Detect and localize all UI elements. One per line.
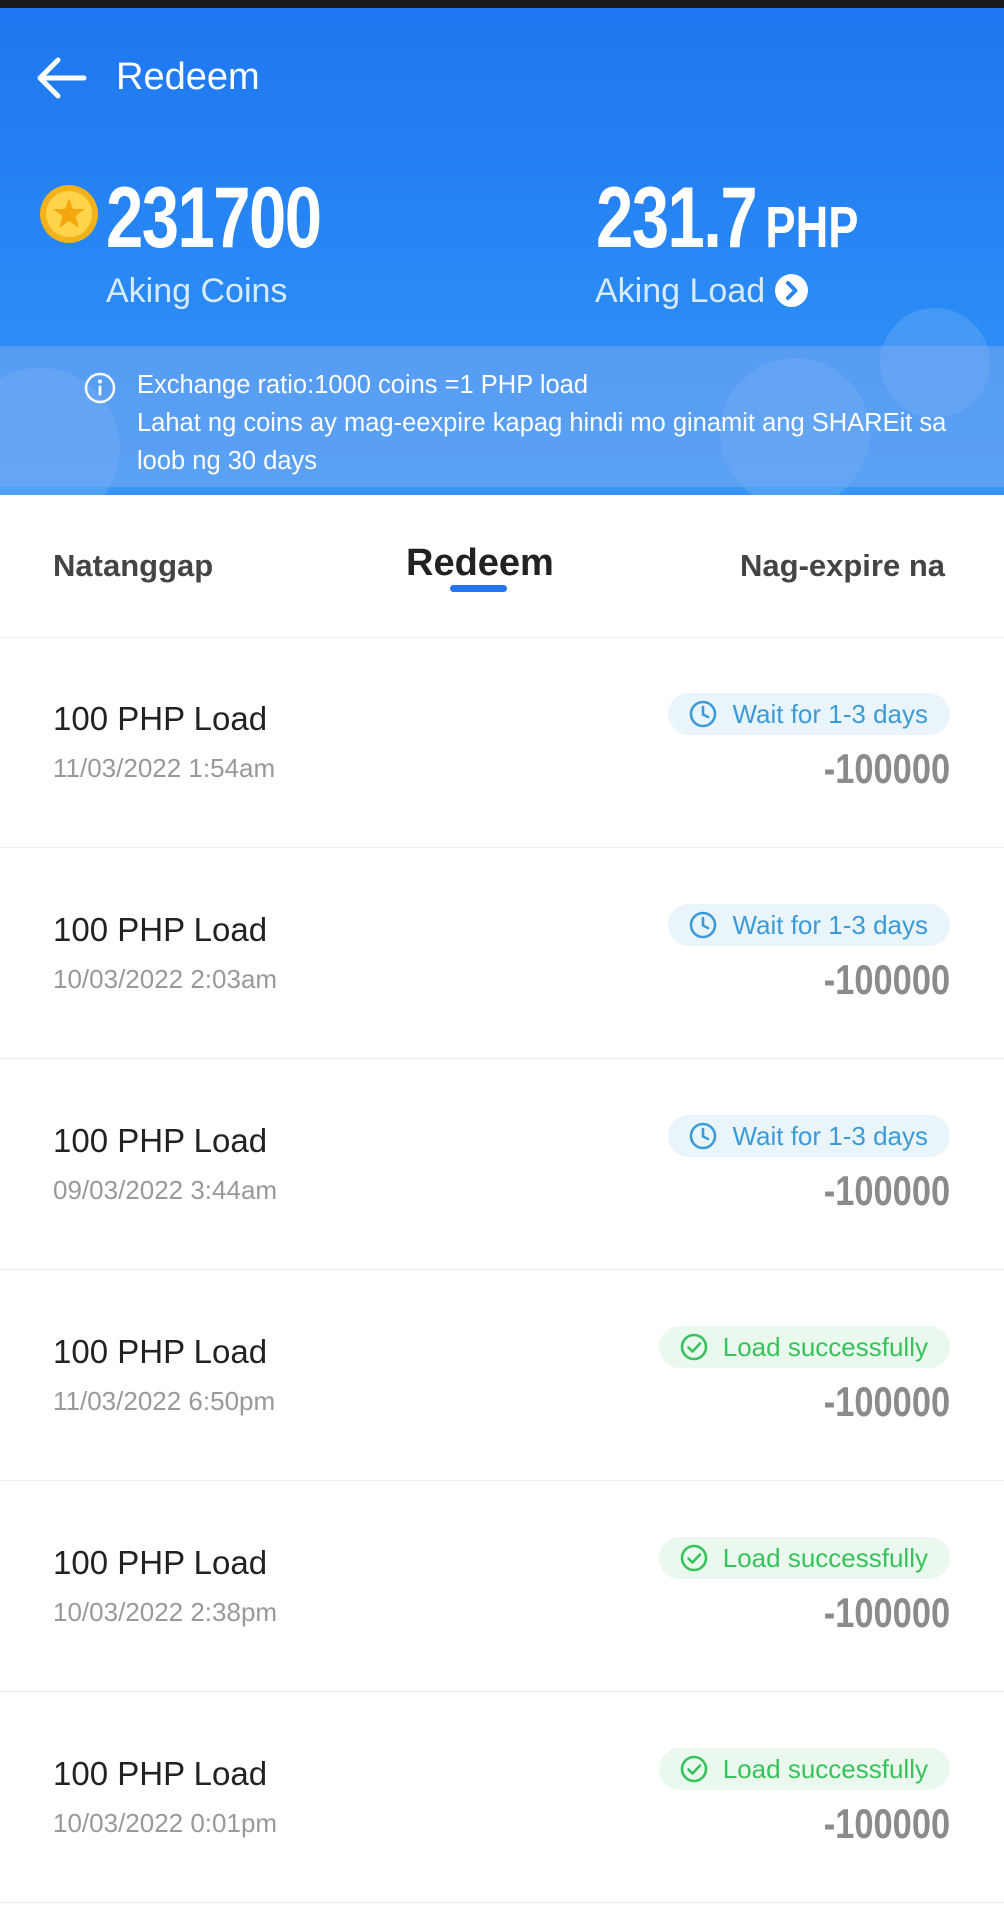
coin-icon: [40, 185, 98, 243]
status-badge: Load successfully: [658, 1748, 950, 1790]
load-unit: PHP: [765, 195, 859, 260]
clock-icon: [690, 700, 717, 728]
status-text: Load successfully: [722, 1331, 928, 1362]
status-badge: Wait for 1-3 days: [668, 904, 950, 946]
status-text: Wait for 1-3 days: [732, 1120, 928, 1151]
check-circle-icon: [680, 1755, 708, 1783]
item-title: 100 PHP Load: [53, 1544, 268, 1581]
item-title: 100 PHP Load: [53, 1755, 268, 1792]
item-date: 10/03/2022 0:01pm: [53, 1808, 278, 1838]
load-balance-value: 231.7: [596, 170, 758, 266]
status-badge: Load successfully: [658, 1537, 950, 1579]
status-bar: [0, 0, 1004, 8]
check-circle-icon: [680, 1333, 708, 1361]
coins-label: Aking Coins: [106, 272, 288, 310]
redeem-list: 100 PHP Load 11/03/2022 1:54am Wait for …: [0, 637, 1004, 1903]
list-item[interactable]: 100 PHP Load 10/03/2022 2:03am Wait for …: [0, 848, 1004, 1059]
chevron-right-icon: [775, 274, 809, 307]
info-icon: [84, 372, 116, 404]
tab-nag-expire-na[interactable]: Nag-expire na: [740, 495, 945, 637]
load-label: Aking Load: [595, 272, 766, 310]
item-amount: -100000: [823, 1167, 950, 1214]
tab-bar: Natanggap Redeem Nag-expire na: [0, 495, 1004, 638]
coins-balance: 231700: [106, 170, 322, 266]
load-link[interactable]: Aking Load: [595, 270, 809, 312]
page-title: Redeem: [116, 56, 260, 98]
load-balance: 231.7 PHP: [596, 168, 858, 278]
clock-icon: [690, 1122, 717, 1150]
item-date: 11/03/2022 6:50pm: [53, 1386, 276, 1416]
list-item[interactable]: 100 PHP Load 11/03/2022 6:50pm Load succ…: [0, 1270, 1004, 1481]
exchange-info-text: Exchange ratio:1000 coins =1 PHP load La…: [137, 366, 957, 480]
item-amount: -100000: [823, 1589, 950, 1636]
status-badge: Wait for 1-3 days: [668, 1115, 950, 1157]
item-date: 10/03/2022 2:03am: [53, 964, 278, 994]
status-text: Load successfully: [722, 1753, 928, 1784]
list-item[interactable]: 100 PHP Load 11/03/2022 1:54am Wait for …: [0, 637, 1004, 848]
status-badge: Load successfully: [658, 1326, 950, 1368]
tab-natanggap[interactable]: Natanggap: [53, 495, 213, 637]
item-amount: -100000: [823, 956, 950, 1003]
status-badge: Wait for 1-3 days: [668, 693, 950, 735]
list-item[interactable]: 100 PHP Load 10/03/2022 2:38pm Load succ…: [0, 1481, 1004, 1692]
active-tab-indicator: [450, 585, 507, 592]
item-date: 11/03/2022 1:54am: [53, 753, 276, 783]
item-date: 09/03/2022 3:44am: [53, 1175, 278, 1205]
item-title: 100 PHP Load: [53, 1333, 268, 1370]
list-item[interactable]: 100 PHP Load 10/03/2022 0:01pm Load succ…: [0, 1692, 1004, 1903]
exchange-ratio-text: Exchange ratio:1000 coins =1 PHP load: [137, 371, 589, 399]
expiry-notice-text: Lahat ng coins ay mag-eexpire kapag hind…: [137, 409, 947, 475]
item-date: 10/03/2022 2:38pm: [53, 1597, 278, 1627]
clock-icon: [690, 911, 717, 939]
tab-redeem[interactable]: Redeem: [406, 495, 554, 637]
item-amount: -100000: [823, 1378, 950, 1425]
arrow-left-icon[interactable]: [34, 56, 88, 100]
check-circle-icon: [680, 1544, 708, 1572]
item-title: 100 PHP Load: [53, 1122, 268, 1159]
item-title: 100 PHP Load: [53, 700, 268, 737]
item-amount: -100000: [823, 745, 950, 792]
status-text: Load successfully: [722, 1542, 928, 1573]
item-amount: -100000: [823, 1800, 950, 1847]
list-item[interactable]: 100 PHP Load 09/03/2022 3:44am Wait for …: [0, 1059, 1004, 1270]
item-title: 100 PHP Load: [53, 911, 268, 948]
status-text: Wait for 1-3 days: [732, 698, 928, 729]
status-text: Wait for 1-3 days: [732, 909, 928, 940]
